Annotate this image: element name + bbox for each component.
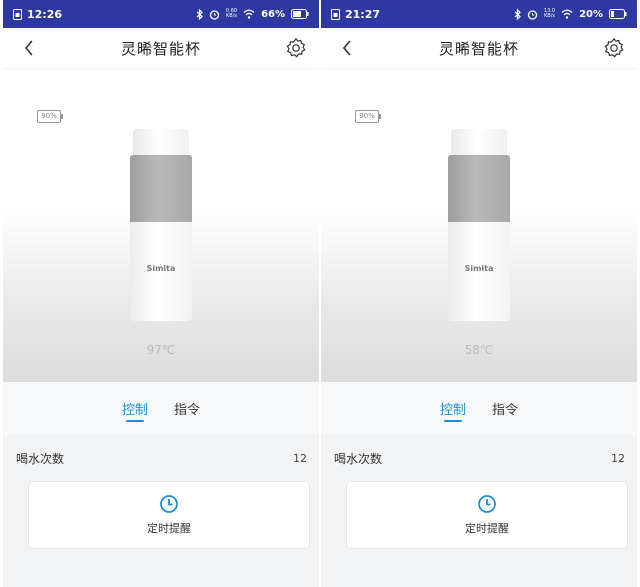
timed-reminder-label: 定时提醒 [147,522,191,535]
phone-battery-icon [609,9,627,19]
phone-screen-left: 12:26 0.60KB/s 66% 灵晞智能杯 90% Simita 97℃ [3,0,319,587]
settings-button[interactable] [283,35,309,61]
tab-control[interactable]: 控制 [122,399,148,434]
sim-icon [13,8,22,20]
cup-battery-indicator: 90% [355,110,381,123]
tab-commands[interactable]: 指令 [492,399,518,434]
phone-screen-right: 21:27 13.0KB/s 20% 灵晞智能杯 90% Simita 58℃ [321,0,637,587]
status-time: 21:27 [345,7,381,21]
active-tab-indicator [125,420,144,422]
wifi-icon [561,9,573,19]
tab-bar: 控制 指令 [321,382,637,434]
device-display: 90% Simita 58℃ [321,69,637,382]
drink-count-label: 喝水次数 [334,451,383,466]
clock-icon [160,495,178,513]
sim-icon [331,8,340,20]
drink-count-row: 喝水次数 12 [3,442,319,474]
drink-count-label: 喝水次数 [16,451,65,466]
chevron-left-icon [24,40,33,56]
page-title: 灵晞智能杯 [438,39,519,58]
battery-percent: 20% [579,8,603,20]
timed-reminder-card[interactable]: 定时提醒 [346,481,628,549]
smart-cup-image: Simita [130,129,192,321]
smart-cup-image: Simita [448,129,510,321]
network-speed: 0.60 KB/s [225,8,238,19]
cup-brand-logo: Simita [464,264,494,273]
drink-count-row: 喝水次数 12 [321,442,637,474]
water-temperature: 58℃ [464,343,494,357]
tab-commands[interactable]: 指令 [174,399,200,434]
active-tab-indicator [443,420,462,422]
tab-control[interactable]: 控制 [440,399,466,434]
wifi-icon [243,9,255,19]
bluetooth-icon [196,8,203,20]
drink-count-value: 12 [611,451,625,465]
page-title: 灵晞智能杯 [120,39,201,58]
app-header: 灵晞智能杯 [3,28,319,69]
network-speed: 13.0 KB/s [543,8,556,19]
cup-battery-indicator: 90% [37,110,63,123]
back-button[interactable] [335,36,359,60]
gear-icon [286,37,306,58]
back-button[interactable] [17,36,41,60]
gear-icon [604,37,624,58]
phone-battery-icon [291,9,309,19]
device-display: 90% Simita 97℃ [3,69,319,382]
battery-percent: 66% [261,8,285,20]
settings-button[interactable] [601,35,627,61]
app-header: 灵晞智能杯 [321,28,637,69]
alarm-icon [527,9,538,20]
drink-count-value: 12 [293,451,307,465]
status-time: 12:26 [27,7,63,21]
timed-reminder-card[interactable]: 定时提醒 [28,481,310,549]
water-temperature: 97℃ [146,343,176,357]
clock-icon [478,495,496,513]
timed-reminder-label: 定时提醒 [465,522,509,535]
status-bar: 12:26 0.60 KB/s 66% [3,0,319,28]
bluetooth-icon [514,8,521,20]
tab-bar: 控制 指令 [3,382,319,434]
alarm-icon [209,9,220,20]
cup-brand-logo: Simita [146,264,176,273]
status-bar: 21:27 13.0 KB/s 20% [321,0,637,28]
chevron-left-icon [342,40,351,56]
